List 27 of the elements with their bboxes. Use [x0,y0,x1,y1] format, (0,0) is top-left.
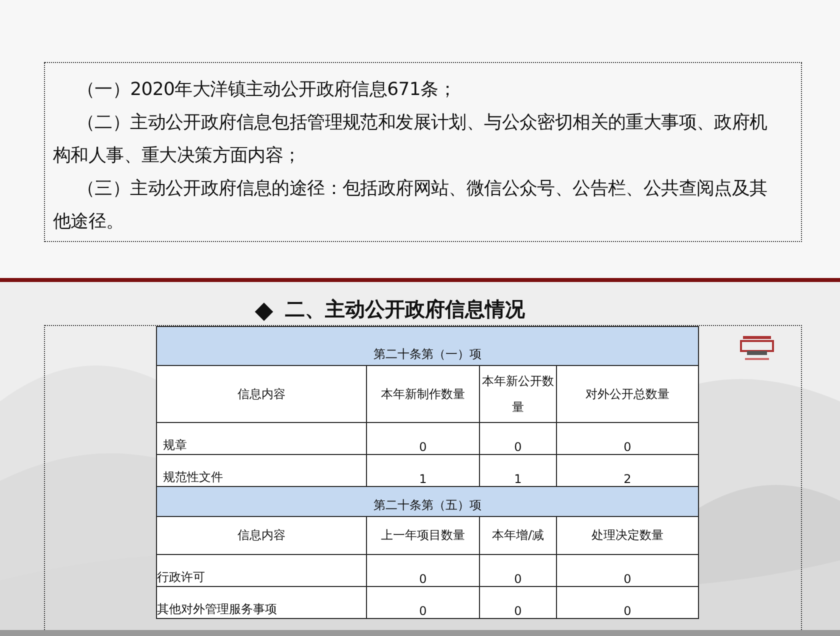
column-header: 处理决定数量 [556,516,698,554]
paragraph: （三）主动公开政府信息的途径：包括政府网站、微信公众号、公告栏、公共查阅点及其他途径。 [53,177,768,234]
column-header: 本年新制作数量 [366,366,480,422]
table-cell: 0 [556,586,698,618]
section-title-cell: 第二十条第（五）项 [156,486,698,516]
section-title-cell: 第二十条第（一）项 [156,326,698,366]
section-heading: 二、主动公开政府信息情况 [285,296,526,323]
table-cell: 行政许可 [156,554,366,586]
table-cell: 0 [366,554,480,586]
table-cell: 0 [556,554,698,586]
table-cell: 0 [366,586,480,618]
column-header: 信息内容 [156,516,366,554]
diamond-icon: ◆ [254,296,274,322]
paragraph: （二）主动公开政府信息包括管理规范和发展计划、与公众密切相关的重大事项、政府机构和人事、重大决策方面内容； [53,111,768,168]
paragraph: （一）2020年大洋镇主动公开政府信息671条； [76,78,457,102]
table-cell: 其他对外管理服务事项 [156,586,366,618]
column-header: 上一年项目数量 [366,516,480,554]
table-cell: 规章 [156,422,366,454]
table-cell: 0 [480,422,556,454]
column-header: 本年增/减 [480,516,556,554]
column-header: 信息内容 [156,366,366,422]
column-header: 对外公开总数量 [556,366,698,422]
table-cell: 0 [556,422,698,454]
column-header: 本年新公开数量 [480,366,556,422]
table-cell: 0 [366,422,480,454]
table-cell: 0 [480,586,556,618]
table-cell: 0 [480,554,556,586]
